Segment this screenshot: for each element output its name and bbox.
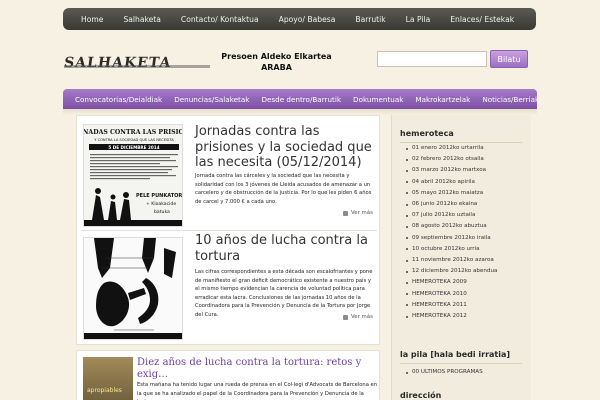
- archive-link[interactable]: 03 marzo 2012ko martxoa: [406, 165, 497, 176]
- poster-subtitle: Y CONTRA LA SOCIEDAD QUE LAS NECESITA: [94, 138, 174, 142]
- main-content: JORNADAS CONTRA LAS PRISIONES Y CONTRA L…: [76, 115, 380, 345]
- artwork-image: [84, 238, 182, 339]
- nav-salhaketa[interactable]: Salhaketa: [113, 15, 170, 24]
- nav-barrutik[interactable]: Barrutik: [345, 15, 395, 24]
- thumbnail-label: apropiables: [87, 387, 122, 394]
- cat-dokumentuak[interactable]: Dokumentuak: [347, 95, 409, 104]
- archive-link[interactable]: 07 julio 2012ko uztaila: [406, 210, 497, 221]
- read-more-10-anos[interactable]: Ver más: [343, 314, 373, 320]
- sidebar-heading-direccion: dirección: [400, 391, 442, 400]
- read-more-jornadas[interactable]: Ver más: [343, 210, 373, 216]
- cat-convocatorias[interactable]: Convocatorias/Deialdiak: [69, 95, 168, 104]
- post-title-diez-anos[interactable]: Diez años de lucha contra la tortura: re…: [137, 357, 377, 381]
- la-pila-list: 00 ULTIMOS PROGRAMAS: [406, 367, 483, 378]
- nav-apoyo[interactable]: Apoyo/ Babesa: [269, 15, 346, 24]
- nav-la-pila[interactable]: La Pila: [396, 15, 441, 24]
- poster-band-2: + Kloakacide: [146, 201, 176, 207]
- logo-underline: [64, 65, 210, 68]
- poster-band-1: PELE PUNKATOR: [136, 193, 182, 199]
- nav-contacto[interactable]: Contacto/ Kontaktua: [171, 15, 269, 24]
- post-excerpt-10-anos: Las cifras correspondientes a esta décad…: [195, 269, 373, 318]
- archive-link[interactable]: HEMEROTEKA 2009: [406, 277, 497, 288]
- poster-date: 5 DE DICIEMBRE 2014: [108, 145, 159, 150]
- top-navigation: Home Salhaketa Contacto/ Kontaktua Apoyo…: [63, 8, 536, 30]
- site-logo[interactable]: SALHAKETA: [62, 52, 210, 71]
- nav-home[interactable]: Home: [71, 15, 113, 24]
- archive-link[interactable]: 09 septiembre 2012ko iraila: [406, 233, 497, 244]
- cat-denuncias[interactable]: Denuncias/Salaketak: [168, 95, 255, 104]
- cat-noticias[interactable]: Noticias/Berriak: [476, 95, 545, 104]
- logo-text: SALHAKETA: [62, 55, 173, 71]
- archive-link[interactable]: 12 diciembre 2012ko abendua: [406, 266, 497, 277]
- sidebar-divider: [400, 363, 522, 364]
- post-excerpt-jornadas: Jornada contra las cárceles y la socieda…: [195, 173, 372, 205]
- search-input[interactable]: [377, 51, 487, 67]
- archive-link[interactable]: 01 enero 2012ko urtarrila: [406, 143, 497, 154]
- post-title-jornadas[interactable]: Jornadas contra las prisiones y la socie…: [195, 124, 377, 171]
- site-tagline: Presoen Aldeko Elkartea ARABA: [214, 51, 339, 73]
- sidebar-heading-la-pila: la pila [hala bedi irratia]: [400, 350, 511, 359]
- poster-image: JORNADAS CONTRA LAS PRISIONES Y CONTRA L…: [84, 125, 183, 226]
- hemeroteca-list: 01 enero 2012ko urtarrila 02 febrero 201…: [406, 143, 497, 322]
- post-title-10-anos[interactable]: 10 años de lucha contra la tortura: [195, 233, 377, 264]
- sidebar-heading-hemeroteca: hemeroteca: [400, 129, 454, 138]
- archive-link[interactable]: 11 noviembre 2012ko azaroa: [406, 255, 497, 266]
- archive-link[interactable]: 08 agosto 2012ko abuztua: [406, 221, 497, 232]
- archive-link[interactable]: 05 mayo 2012ko maiatza: [406, 188, 497, 199]
- read-more-icon: [343, 314, 348, 320]
- post-excerpt-diez-anos: Esta mañana ha tenido lugar una rueda de…: [137, 382, 377, 400]
- archive-link[interactable]: HEMEROTEKA 2011: [406, 300, 497, 311]
- la-pila-link[interactable]: 00 ULTIMOS PROGRAMAS: [406, 367, 483, 378]
- search-button[interactable]: Bilatu: [490, 50, 528, 68]
- archive-link[interactable]: 06 junio 2012ko ekaina: [406, 199, 497, 210]
- post-thumbnail-artwork[interactable]: [83, 237, 183, 340]
- category-navigation: Convocatorias/Deialdiak Denuncias/Salake…: [63, 89, 539, 109]
- archive-link[interactable]: HEMEROTEKA 2010: [406, 289, 497, 300]
- post-thumbnail-poster[interactable]: JORNADAS CONTRA LAS PRISIONES Y CONTRA L…: [83, 124, 183, 227]
- read-more-label: Ver más: [351, 210, 373, 216]
- archive-link[interactable]: HEMEROTEKA 2012: [406, 311, 497, 322]
- post-diez-anos: apropiables Diez años de lucha contra la…: [76, 350, 380, 400]
- cat-desde-dentro[interactable]: Desde dentro/Barrutik: [255, 95, 347, 104]
- cat-makrokartzelak[interactable]: Makrokartzelak: [409, 95, 476, 104]
- read-more-label: Ver más: [351, 314, 373, 320]
- poster-title: JORNADAS CONTRA LAS PRISIONES: [84, 129, 183, 136]
- post-divider: [81, 230, 377, 231]
- post-thumbnail-photo[interactable]: apropiables: [83, 357, 133, 400]
- sidebar: hemeroteca 01 enero 2012ko urtarrila 02 …: [391, 115, 531, 400]
- archive-link[interactable]: 04 abril 2012ko apirila: [406, 177, 497, 188]
- archive-link[interactable]: 10 octubre 2012ko urria: [406, 244, 497, 255]
- archive-link[interactable]: 02 febrero 2012ko otsaila: [406, 154, 497, 165]
- nav-enlaces[interactable]: Enlaces/ Estekak: [440, 15, 524, 24]
- tagline-line-1: Presoen Aldeko Elkartea: [221, 52, 332, 61]
- read-more-icon: [343, 210, 348, 216]
- poster-band-3: batuka: [154, 209, 170, 215]
- tagline-line-2: ARABA: [261, 63, 292, 72]
